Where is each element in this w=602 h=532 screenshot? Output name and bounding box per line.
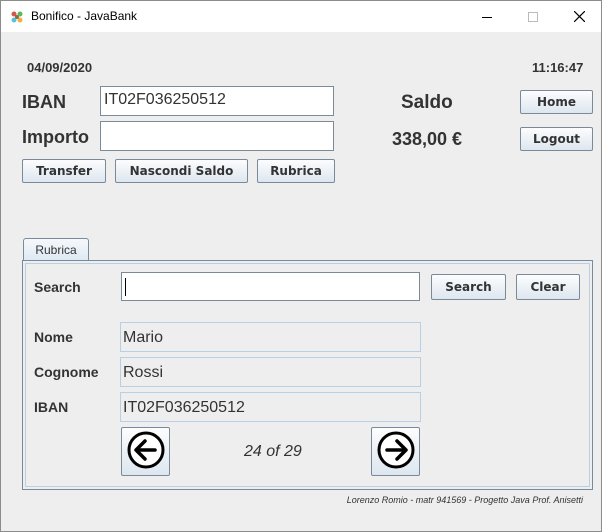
- close-button[interactable]: [556, 1, 601, 32]
- contact-iban-field: IT02F036250512: [120, 392, 421, 422]
- minimize-icon: [482, 7, 492, 26]
- window-title: Bonifico - JavaBank: [31, 9, 138, 23]
- tab-rubrica[interactable]: Rubrica: [23, 238, 89, 261]
- current-date: 04/09/2020: [27, 60, 93, 75]
- clear-button[interactable]: Clear: [516, 274, 580, 300]
- hide-balance-button[interactable]: Nascondi Saldo: [115, 159, 248, 183]
- logout-button[interactable]: Logout: [520, 127, 593, 151]
- balance-label: Saldo: [401, 92, 453, 113]
- search-input[interactable]: [121, 272, 420, 301]
- cognome-label: Cognome: [34, 364, 99, 380]
- home-button[interactable]: Home: [520, 90, 593, 114]
- app-window: Bonifico - JavaBank 04/09/2020 11:16:47 …: [0, 0, 602, 532]
- previous-contact-button[interactable]: [121, 427, 170, 476]
- nome-field: Mario: [120, 322, 421, 352]
- pager-indicator: 24 of 29: [244, 443, 302, 460]
- next-contact-button[interactable]: [371, 427, 420, 476]
- minimize-button[interactable]: [464, 1, 510, 32]
- contact-iban-label: IBAN: [34, 399, 69, 415]
- footer-credits: Lorenzo Romio - matr 941569 - Progetto J…: [346, 495, 583, 505]
- maximize-button[interactable]: [510, 1, 556, 32]
- title-bar[interactable]: Bonifico - JavaBank: [1, 1, 601, 32]
- iban-input[interactable]: IT02F036250512: [100, 86, 334, 116]
- rubrica-button[interactable]: Rubrica: [257, 159, 335, 183]
- text-cursor: [125, 278, 126, 296]
- importo-label: Importo: [22, 127, 89, 147]
- cognome-field: Rossi: [120, 357, 421, 387]
- close-icon: [573, 7, 585, 26]
- current-time: 11:16:47: [532, 60, 584, 75]
- search-button[interactable]: Search: [431, 274, 506, 300]
- search-label: Search: [34, 279, 81, 295]
- transfer-button[interactable]: Transfer: [22, 159, 106, 183]
- arrow-left-circle-icon: [126, 430, 166, 474]
- nome-label: Nome: [34, 329, 73, 345]
- maximize-icon: [528, 7, 538, 26]
- app-logo-icon: [10, 9, 24, 23]
- balance-amount: 338,00 €: [392, 129, 463, 149]
- arrow-right-circle-icon: [376, 430, 416, 474]
- iban-label: IBAN: [22, 92, 66, 112]
- importo-input[interactable]: [100, 121, 334, 151]
